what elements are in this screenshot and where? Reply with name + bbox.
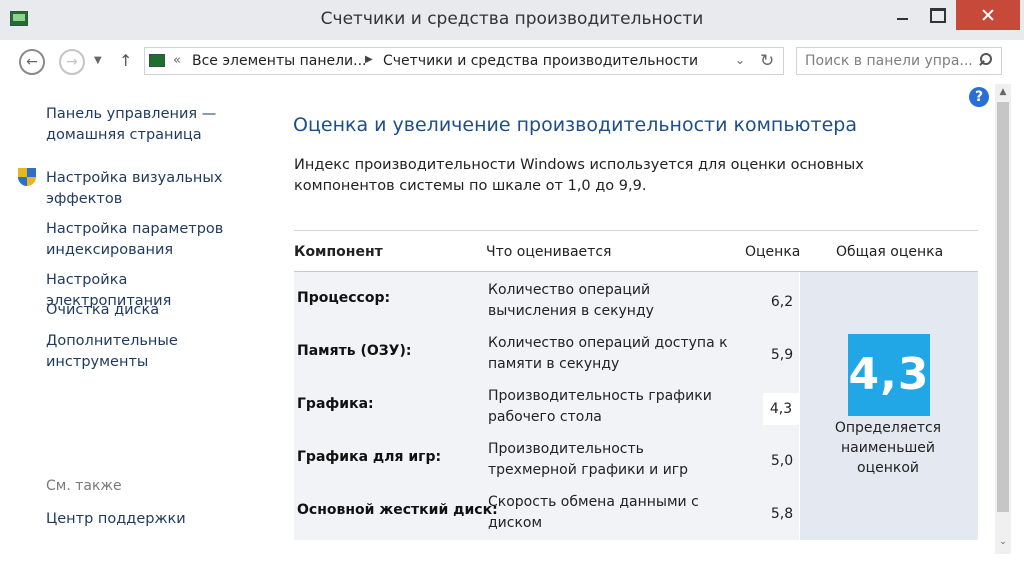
scroll-down-icon[interactable]: ⌄ bbox=[995, 534, 1011, 550]
page-title: Оценка и увеличение производительности к… bbox=[293, 114, 858, 136]
row-component: Память (ОЗУ): bbox=[297, 343, 412, 359]
search-input[interactable] bbox=[805, 52, 973, 70]
column-header-score: Оценка bbox=[745, 244, 801, 260]
address-dropdown-icon[interactable]: ⌄ bbox=[735, 53, 745, 67]
back-icon: ← bbox=[26, 54, 38, 70]
row-score: 5,0 bbox=[770, 453, 794, 469]
row-what: Производительность графики рабочего стол… bbox=[488, 388, 712, 425]
table-row: Графика: Производительность графики рабо… bbox=[294, 378, 799, 431]
breadcrumb-current[interactable]: Счетчики и средства производительности bbox=[383, 53, 698, 69]
sidebar-link-disk-cleanup[interactable]: Очистка диска bbox=[46, 300, 246, 321]
table-header: Компонент Что оценивается Оценка Общая о… bbox=[294, 230, 978, 272]
row-component: Графика для игр: bbox=[297, 449, 442, 465]
scroll-up-icon[interactable]: ▲ bbox=[995, 84, 1011, 100]
row-what: Количество операций доступа к памяти в с… bbox=[488, 335, 728, 372]
title-bar: Счетчики и средства производительности bbox=[0, 0, 1024, 40]
row-score: 5,9 bbox=[770, 347, 794, 363]
base-score-badge: 4,3 bbox=[848, 334, 930, 416]
sidebar-link-action-center[interactable]: Центр поддержки bbox=[46, 509, 246, 530]
row-component: Процессор: bbox=[297, 290, 391, 306]
navigation-bar: ← → ▼ ↑ « Все элементы панели... ▶ Счетч… bbox=[0, 40, 1024, 84]
sidebar-link-visual-effects[interactable]: Настройка визуальных эффектов bbox=[46, 168, 246, 210]
control-panel-icon bbox=[149, 54, 165, 67]
vertical-scrollbar[interactable]: ▲ ⌄ bbox=[995, 84, 1011, 554]
column-header-component: Компонент bbox=[294, 244, 383, 260]
row-score: 6,2 bbox=[770, 294, 794, 310]
row-score: 5,8 bbox=[770, 506, 794, 522]
sidebar-link-indexing[interactable]: Настройка параметров индексирования bbox=[46, 219, 246, 261]
breadcrumb-all-items[interactable]: Все элементы панели... bbox=[192, 53, 367, 69]
up-icon[interactable]: ↑ bbox=[119, 51, 132, 70]
help-icon[interactable]: ? bbox=[969, 87, 989, 107]
shield-icon bbox=[18, 168, 36, 188]
row-what: Производительность трехмерной графики и … bbox=[488, 441, 689, 478]
forward-icon: → bbox=[66, 54, 78, 70]
close-button[interactable] bbox=[956, 0, 1020, 30]
recent-locations-dropdown[interactable]: ▼ bbox=[94, 55, 102, 66]
address-bar[interactable]: « Все элементы панели... ▶ Счетчики и ср… bbox=[144, 47, 784, 75]
row-what: Количество операций вычисления в секунду bbox=[488, 282, 654, 319]
see-also-heading: См. также bbox=[46, 478, 122, 494]
row-what: Скорость обмена данными с диском bbox=[488, 494, 699, 531]
table-row: Память (ОЗУ): Количество операций доступ… bbox=[294, 325, 799, 378]
search-box[interactable] bbox=[796, 47, 1002, 75]
refresh-icon[interactable]: ↻ bbox=[760, 51, 774, 71]
window-title: Счетчики и средства производительности bbox=[320, 9, 704, 29]
row-score-lowest: 4,3 bbox=[763, 393, 799, 425]
back-button[interactable]: ← bbox=[19, 49, 45, 75]
breadcrumb-overflow-icon[interactable]: « bbox=[173, 53, 181, 68]
breadcrumb-separator-icon[interactable]: ▶ bbox=[365, 54, 373, 65]
search-icon[interactable] bbox=[977, 52, 993, 68]
row-component: Основной жесткий диск: bbox=[297, 502, 498, 518]
row-component: Графика: bbox=[297, 396, 374, 412]
page-description: Индекс производительности Windows исполь… bbox=[294, 157, 864, 194]
base-score-caption: Определяется наименьшей оценкой bbox=[834, 420, 942, 476]
sidebar-home-link[interactable]: Панель управления — домашняя страница bbox=[46, 104, 246, 146]
column-header-what: Что оценивается bbox=[486, 244, 612, 260]
scroll-thumb[interactable] bbox=[997, 102, 1009, 512]
column-header-base-score: Общая оценка bbox=[836, 244, 944, 260]
forward-button[interactable]: → bbox=[59, 49, 85, 75]
table-row: Основной жесткий диск: Скорость обмена д… bbox=[294, 484, 799, 537]
table-row: Процессор: Количество операций вычислени… bbox=[294, 272, 799, 325]
table-row: Графика для игр: Производительность трех… bbox=[294, 431, 799, 484]
sidebar-link-advanced-tools[interactable]: Дополнительные инструменты bbox=[46, 331, 246, 373]
maximize-button[interactable] bbox=[916, 0, 960, 30]
